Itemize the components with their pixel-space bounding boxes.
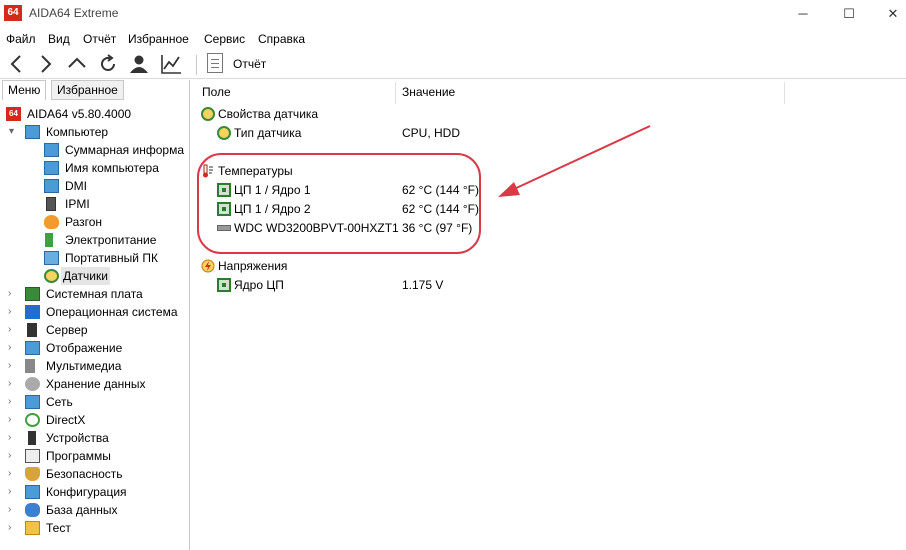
server-icon bbox=[27, 323, 37, 337]
laptop-icon bbox=[44, 251, 59, 265]
tab-favorites[interactable]: Избранное bbox=[51, 80, 124, 100]
chevron-right-icon[interactable]: › bbox=[8, 285, 11, 303]
menu-bar: Файл Вид Отчёт Избранное Сервис Справка bbox=[0, 29, 906, 49]
maximize-button[interactable]: ☐ bbox=[826, 0, 872, 28]
chevron-right-icon[interactable]: › bbox=[8, 393, 11, 411]
app-logo-icon: 64 bbox=[4, 5, 22, 21]
tree-item-directx[interactable]: › DirectX bbox=[0, 411, 189, 429]
shield-icon bbox=[25, 467, 40, 481]
chevron-right-icon[interactable]: › bbox=[8, 357, 11, 375]
tree-item-benchmark[interactable]: › Тест bbox=[0, 519, 189, 537]
speaker-icon bbox=[25, 359, 35, 373]
ipmi-icon bbox=[46, 197, 56, 211]
chevron-down-icon[interactable]: ▾ bbox=[9, 123, 14, 141]
tree-item-server[interactable]: › Сервер bbox=[0, 321, 189, 339]
config-icon bbox=[25, 485, 40, 499]
computer-icon bbox=[25, 125, 40, 139]
computer-name-icon bbox=[44, 161, 59, 175]
column-divider[interactable] bbox=[395, 82, 396, 104]
tree-item-os[interactable]: › Операционная система bbox=[0, 303, 189, 321]
column-header-value[interactable]: Значение bbox=[402, 85, 455, 99]
tree-item-motherboard[interactable]: › Системная плата bbox=[0, 285, 189, 303]
motherboard-icon bbox=[25, 287, 40, 301]
tree-item-config[interactable]: › Конфигурация bbox=[0, 483, 189, 501]
menu-view[interactable]: Вид bbox=[48, 32, 70, 46]
device-icon bbox=[28, 431, 36, 445]
tree-item-database[interactable]: › База данных bbox=[0, 501, 189, 519]
cpu-chip-icon bbox=[217, 278, 231, 292]
chevron-right-icon[interactable]: › bbox=[8, 321, 11, 339]
forward-icon[interactable] bbox=[34, 52, 56, 76]
annotation-arrow-icon bbox=[498, 125, 651, 197]
tree-item-multimedia[interactable]: › Мультимедиа bbox=[0, 357, 189, 375]
tree-item-display[interactable]: › Отображение bbox=[0, 339, 189, 357]
voltage-icon bbox=[201, 259, 215, 273]
dmi-icon bbox=[44, 179, 59, 193]
tree-item-devices[interactable]: › Устройства bbox=[0, 429, 189, 447]
benchmark-icon bbox=[25, 521, 40, 535]
tree-item-programs[interactable]: › Программы bbox=[0, 447, 189, 465]
title-bar: 64 AIDA64 Extreme ─ ☐ ✕ bbox=[0, 0, 906, 28]
menu-file[interactable]: Файл bbox=[6, 32, 36, 46]
back-icon[interactable] bbox=[6, 52, 28, 76]
menu-favorites[interactable]: Избранное bbox=[128, 32, 189, 46]
chart-icon[interactable] bbox=[160, 52, 182, 76]
windows-icon bbox=[25, 305, 40, 319]
chevron-right-icon[interactable]: › bbox=[8, 339, 11, 357]
menu-help[interactable]: Справка bbox=[258, 32, 305, 46]
tree-item-computer[interactable]: ▾ Компьютер bbox=[0, 123, 189, 141]
flame-icon bbox=[44, 215, 59, 229]
menu-report[interactable]: Отчёт bbox=[83, 32, 116, 46]
user-icon[interactable] bbox=[128, 52, 150, 76]
chevron-right-icon[interactable]: › bbox=[8, 303, 11, 321]
column-divider[interactable] bbox=[784, 82, 785, 104]
navigation-pane: Меню Избранное 64 AIDA64 v5.80.4000 ▾ Ко… bbox=[0, 80, 190, 550]
up-icon[interactable] bbox=[66, 52, 88, 76]
refresh-icon[interactable] bbox=[97, 52, 119, 76]
table-row[interactable]: Ядро ЦП 1.175 V bbox=[195, 276, 895, 295]
tree-item-network[interactable]: › Сеть bbox=[0, 393, 189, 411]
sensor-gauge-icon bbox=[201, 107, 215, 121]
report-icon[interactable] bbox=[207, 53, 223, 73]
xbox-icon bbox=[25, 413, 40, 427]
battery-icon bbox=[45, 233, 53, 247]
toolbar-separator bbox=[196, 55, 197, 75]
sensor-gauge-icon bbox=[44, 269, 59, 283]
annotation-highlight bbox=[197, 153, 481, 254]
aida64-icon: 64 bbox=[6, 107, 21, 121]
tree-item-security[interactable]: › Безопасность bbox=[0, 465, 189, 483]
chevron-right-icon[interactable]: › bbox=[8, 429, 11, 447]
monitor-icon bbox=[25, 341, 40, 355]
chevron-right-icon[interactable]: › bbox=[8, 411, 11, 429]
chevron-right-icon[interactable]: › bbox=[8, 375, 11, 393]
tab-menu[interactable]: Меню bbox=[2, 80, 47, 100]
sensor-gauge-icon bbox=[217, 126, 231, 140]
chevron-right-icon[interactable]: › bbox=[8, 519, 11, 537]
toolbar: Отчёт bbox=[0, 49, 906, 79]
network-icon bbox=[25, 395, 40, 409]
programs-icon bbox=[25, 449, 40, 463]
menu-service[interactable]: Сервис bbox=[204, 32, 245, 46]
disk-icon bbox=[25, 377, 40, 391]
report-button-label[interactable]: Отчёт bbox=[233, 57, 266, 71]
minimize-button[interactable]: ─ bbox=[780, 0, 826, 28]
column-header-field[interactable]: Поле bbox=[202, 85, 231, 99]
chevron-right-icon[interactable]: › bbox=[8, 483, 11, 501]
tree-item-storage[interactable]: › Хранение данных bbox=[0, 375, 189, 393]
summary-icon bbox=[44, 143, 59, 157]
chevron-right-icon[interactable]: › bbox=[8, 447, 11, 465]
close-button[interactable]: ✕ bbox=[870, 0, 906, 28]
window-title: AIDA64 Extreme bbox=[29, 6, 119, 20]
database-icon bbox=[25, 503, 40, 517]
chevron-right-icon[interactable]: › bbox=[8, 501, 11, 519]
chevron-right-icon[interactable]: › bbox=[8, 465, 11, 483]
